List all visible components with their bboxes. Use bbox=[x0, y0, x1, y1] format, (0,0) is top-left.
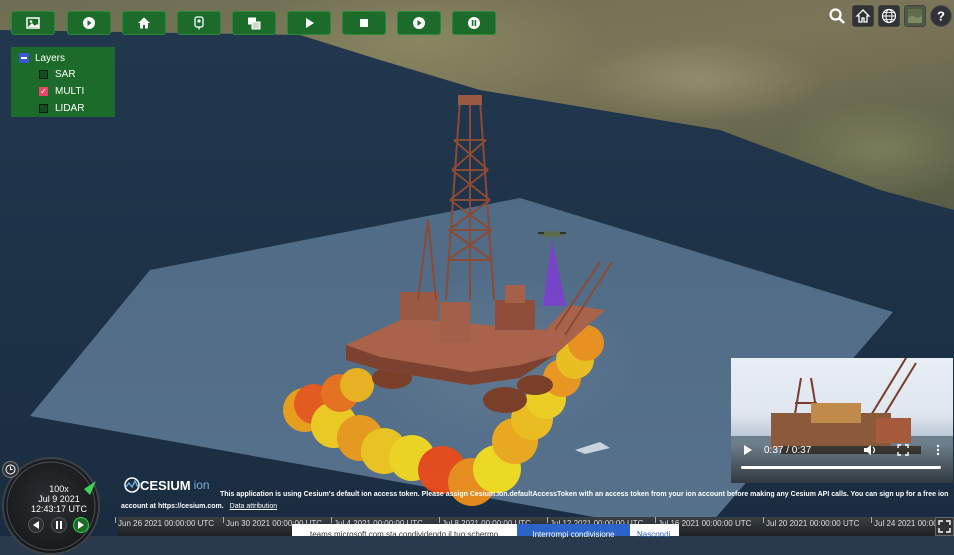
layer-item-sar[interactable]: SAR bbox=[19, 66, 115, 83]
layers-panel: Layers SAR ✓ MULTI LIDAR bbox=[11, 47, 115, 117]
animation-date: Jul 9 2021 bbox=[38, 494, 80, 504]
layer-checkbox[interactable]: ✓ bbox=[39, 87, 48, 96]
video-player[interactable]: 0:37 / 0:37 bbox=[731, 358, 953, 483]
ion-token-warning: This application is using Cesium's defau… bbox=[220, 491, 949, 498]
layer-checkbox[interactable] bbox=[39, 104, 48, 113]
globe-icon[interactable] bbox=[878, 5, 900, 27]
play-icon bbox=[78, 521, 84, 529]
collapse-icon[interactable] bbox=[19, 53, 29, 63]
basemap-icon[interactable] bbox=[904, 5, 926, 27]
home-icon[interactable] bbox=[852, 5, 874, 27]
animation-time: 12:43:17 UTC bbox=[30, 504, 88, 514]
play-reverse-icon bbox=[33, 521, 39, 529]
map-pin-icon[interactable] bbox=[177, 11, 221, 35]
timeline-tick: Jun 26 2021 00:00:00 UTC bbox=[114, 517, 215, 528]
share-status-text: teams.microsoft.com sta condividendo il … bbox=[310, 530, 501, 539]
data-attribution-link[interactable]: Data attribution bbox=[230, 503, 277, 510]
fullscreen-button[interactable] bbox=[935, 517, 954, 536]
layers-title: Layers bbox=[35, 52, 66, 64]
timeline-tick: Jul 20 2021 00:00:00 UTC bbox=[762, 517, 860, 528]
more-options-icon[interactable] bbox=[935, 444, 941, 456]
help-icon[interactable]: ? bbox=[930, 5, 952, 27]
cesium-toolbar: ? bbox=[826, 5, 952, 27]
image-icon[interactable] bbox=[11, 11, 55, 35]
play-forward-button[interactable] bbox=[73, 517, 89, 533]
pause-circle-icon[interactable] bbox=[452, 11, 496, 35]
clock-icon[interactable] bbox=[2, 461, 19, 478]
home-icon[interactable] bbox=[122, 11, 166, 35]
layers-header[interactable]: Layers bbox=[19, 50, 115, 66]
search-icon[interactable] bbox=[826, 5, 848, 27]
stop-icon[interactable] bbox=[342, 11, 386, 35]
layer-label: LIDAR bbox=[55, 103, 85, 114]
layer-item-lidar[interactable]: LIDAR bbox=[19, 100, 115, 117]
animation-speed: 100x bbox=[49, 484, 69, 494]
screen-share-bar: teams.microsoft.com sta condividendo il … bbox=[292, 524, 679, 539]
cesium-ion-logo[interactable]: CESIUM ion bbox=[124, 477, 210, 493]
pause-button[interactable] bbox=[51, 517, 67, 533]
play-circle-icon[interactable] bbox=[67, 11, 111, 35]
layer-label: MULTI bbox=[55, 86, 85, 97]
volume-icon[interactable] bbox=[863, 444, 877, 456]
video-progress-bar[interactable] bbox=[741, 466, 941, 469]
play-circle-icon[interactable] bbox=[397, 11, 441, 35]
fullscreen-icon[interactable] bbox=[897, 444, 909, 456]
hide-link[interactable]: Nascondi bbox=[637, 530, 670, 539]
stop-sharing-button[interactable]: Interrompi condivisione bbox=[517, 524, 630, 539]
svg-text:?: ? bbox=[937, 9, 945, 24]
layer-checkbox[interactable] bbox=[39, 70, 48, 79]
video-time: 0:37 / 0:37 bbox=[764, 445, 812, 456]
pause-icon bbox=[56, 521, 62, 529]
image-compare-icon[interactable] bbox=[232, 11, 276, 35]
cesium-logo-icon bbox=[124, 477, 140, 493]
fullscreen-icon bbox=[938, 520, 951, 533]
video-play-icon[interactable] bbox=[743, 445, 753, 455]
layer-item-multi[interactable]: ✓ MULTI bbox=[19, 83, 115, 100]
play-icon[interactable] bbox=[287, 11, 331, 35]
play-reverse-button[interactable] bbox=[28, 517, 44, 533]
credit-line: account at https://cesium.com. Data attr… bbox=[121, 503, 278, 510]
layer-label: SAR bbox=[55, 69, 76, 80]
